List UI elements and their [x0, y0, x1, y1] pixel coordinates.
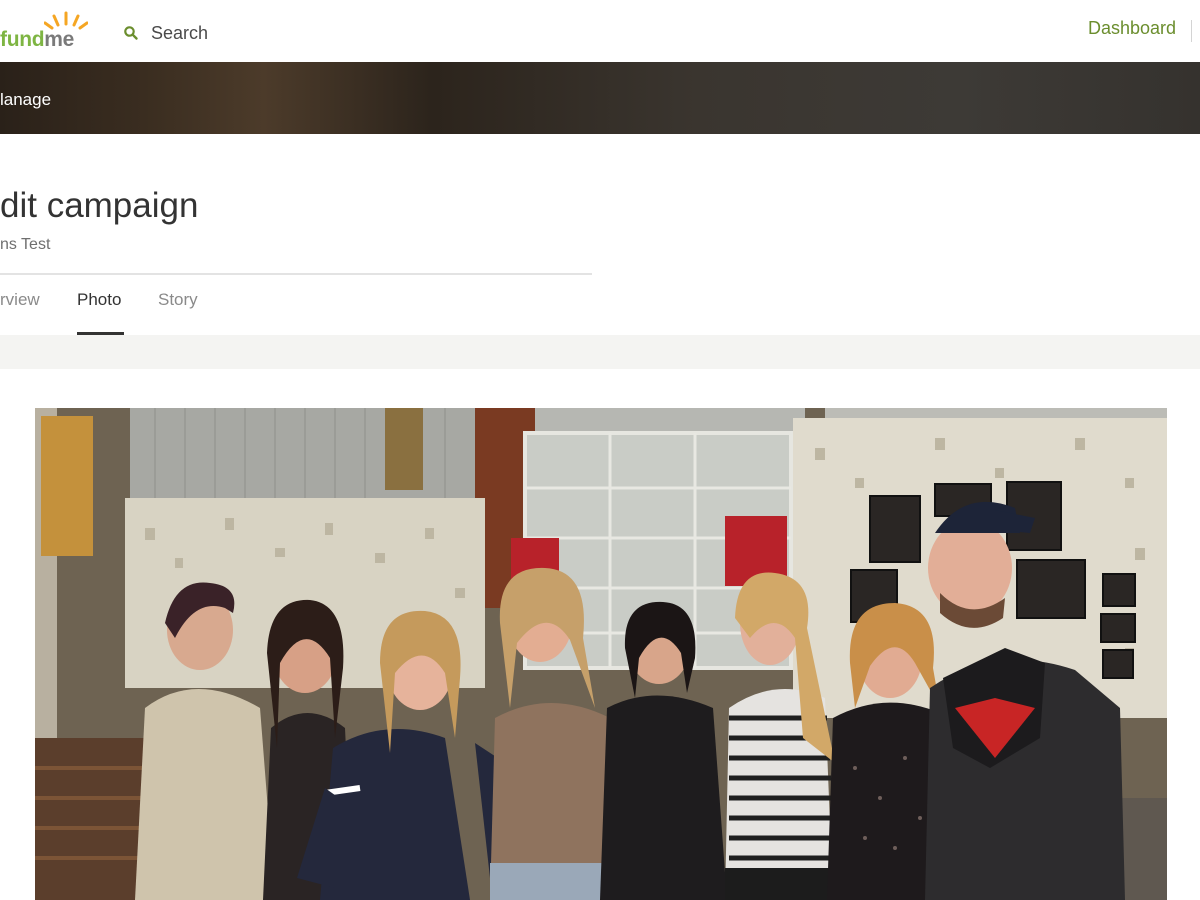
- header-divider: [1191, 20, 1192, 42]
- top-header: fundme Search Dashboard: [0, 0, 1200, 62]
- tab-overview[interactable]: rview: [0, 290, 40, 310]
- dashboard-link[interactable]: Dashboard: [1088, 18, 1176, 39]
- tab-story[interactable]: Story: [158, 290, 198, 310]
- search-label: Search: [151, 22, 209, 43]
- logo-text: fundme: [0, 28, 74, 52]
- page-title: dit campaign: [0, 186, 199, 225]
- manage-banner: lanage: [0, 62, 1200, 134]
- section-strip: [0, 335, 1200, 369]
- campaign-photo[interactable]: [35, 408, 1167, 900]
- search-icon: [124, 26, 138, 40]
- logo-me: me: [44, 28, 75, 51]
- brand-logo[interactable]: fundme: [0, 10, 95, 52]
- search-button[interactable]: Search: [123, 20, 208, 46]
- campaign-photo-illustration: [35, 408, 1167, 900]
- tab-photo[interactable]: Photo: [77, 290, 121, 310]
- logo-fund: fund: [0, 28, 45, 51]
- manage-banner-label: lanage: [0, 90, 52, 109]
- title-divider: [0, 273, 592, 275]
- campaign-subtitle: ns Test: [0, 236, 51, 253]
